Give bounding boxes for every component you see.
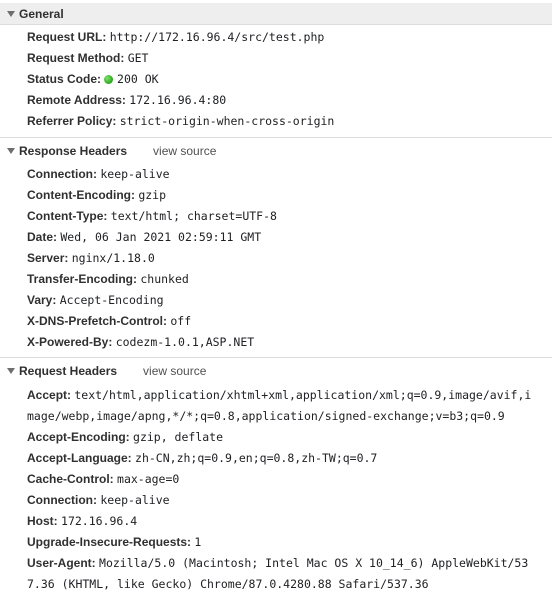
header-value: 172.16.96.4 xyxy=(61,514,138,528)
response-header-row: X-DNS-Prefetch-Control: off xyxy=(27,311,552,332)
header-value: text/html,application/xhtml+xml,applicat… xyxy=(74,388,532,402)
header-name: Content-Encoding: xyxy=(27,188,135,202)
header-name: Accept-Encoding: xyxy=(27,430,130,444)
header-name: Host: xyxy=(27,514,58,528)
request-url-row: Request URL: http://172.16.96.4/src/test… xyxy=(27,27,552,48)
status-ok-icon xyxy=(104,75,114,84)
header-value: nginx/1.18.0 xyxy=(71,251,155,265)
header-name: Accept-Language: xyxy=(27,451,132,465)
header-name: Connection: xyxy=(27,493,97,507)
request-header-row: Upgrade-Insecure-Requests: 1 xyxy=(27,532,552,553)
header-value: chunked xyxy=(140,272,189,286)
header-value: 172.16.96.4:80 xyxy=(129,93,227,107)
general-title: General xyxy=(19,6,64,21)
header-value: gzip, deflate xyxy=(133,430,224,444)
response-header-row: X-Powered-By: codezm-1.0.1,ASP.NET xyxy=(27,332,552,353)
header-name: Status Code: xyxy=(27,72,102,86)
status-code-row: Status Code: 200 OK xyxy=(27,69,552,90)
section-divider xyxy=(0,137,552,138)
request-header-row: Accept-Language: zh-CN,zh;q=0.9,en;q=0.8… xyxy=(27,448,552,469)
header-value: off xyxy=(170,314,192,328)
header-value: zh-CN,zh;q=0.9,en;q=0.8,zh-TW;q=0.7 xyxy=(135,451,378,465)
request-header-row: Accept-Encoding: gzip, deflate xyxy=(27,427,552,448)
response-header-row: Vary: Accept-Encoding xyxy=(27,290,552,311)
header-value: max-age=0 xyxy=(117,472,180,486)
header-name: User-Agent: xyxy=(27,556,96,570)
request-headers-title: Request Headers xyxy=(19,364,118,378)
header-name: Content-Type: xyxy=(27,209,108,223)
header-name: Cache-Control: xyxy=(27,472,114,486)
header-name: Accept: xyxy=(27,388,72,402)
response-header-row: Transfer-Encoding: chunked xyxy=(27,269,552,290)
header-name: Referrer Policy: xyxy=(27,114,117,128)
header-name: Vary: xyxy=(27,293,57,307)
header-value: keep-alive xyxy=(100,167,170,181)
header-name: Date: xyxy=(27,230,58,244)
request-view-source-link[interactable]: view source xyxy=(143,364,206,378)
header-name: X-Powered-By: xyxy=(27,335,113,349)
header-value: gzip xyxy=(138,188,167,202)
response-view-source-link[interactable]: view source xyxy=(153,144,216,158)
header-name: Upgrade-Insecure-Requests: xyxy=(27,535,192,549)
response-headers-section-header[interactable]: Response Headers view source xyxy=(0,140,552,162)
response-header-row: Content-Encoding: gzip xyxy=(27,185,552,206)
header-value: 200 OK xyxy=(117,72,159,86)
accept-value-continuation: mage/webp,image/apng,*/*;q=0.8,applicati… xyxy=(27,409,505,423)
accept-row: Accept: text/html,application/xhtml+xml,… xyxy=(27,385,552,406)
header-value: keep-alive xyxy=(100,493,170,507)
header-name: Transfer-Encoding: xyxy=(27,272,138,286)
general-section-header[interactable]: General xyxy=(0,3,552,25)
header-value: 1 xyxy=(194,535,202,549)
request-header-row: Host: 172.16.96.4 xyxy=(27,511,552,532)
header-value: text/html; charset=UTF-8 xyxy=(110,209,277,223)
expand-triangle-icon[interactable] xyxy=(7,148,15,154)
header-name: Request URL: xyxy=(27,30,107,44)
header-value: GET xyxy=(127,51,149,65)
remote-address-row: Remote Address: 172.16.96.4:80 xyxy=(27,90,552,111)
request-header-row: Connection: keep-alive xyxy=(27,490,552,511)
user-agent-value-continuation: 7.36 (KHTML, like Gecko) Chrome/87.0.428… xyxy=(27,577,429,591)
response-header-row: Connection: keep-alive xyxy=(27,164,552,185)
header-value: Accept-Encoding xyxy=(59,293,164,307)
header-value: Wed, 06 Jan 2021 02:59:11 GMT xyxy=(60,230,262,244)
header-value: strict-origin-when-cross-origin xyxy=(119,114,335,128)
response-header-row: Server: nginx/1.18.0 xyxy=(27,248,552,269)
response-headers-title: Response Headers xyxy=(19,144,128,158)
response-header-row: Date: Wed, 06 Jan 2021 02:59:11 GMT xyxy=(27,227,552,248)
request-method-row: Request Method: GET xyxy=(27,48,552,69)
expand-triangle-icon[interactable] xyxy=(7,368,15,374)
header-value: Mozilla/5.0 (Macintosh; Intel Mac OS X 1… xyxy=(99,556,529,570)
expand-triangle-icon[interactable] xyxy=(7,10,15,17)
user-agent-row: User-Agent: Mozilla/5.0 (Macintosh; Inte… xyxy=(27,553,552,574)
header-value: http://172.16.96.4/src/test.php xyxy=(109,30,325,44)
response-header-row: Content-Type: text/html; charset=UTF-8 xyxy=(27,206,552,227)
referrer-policy-row: Referrer Policy: strict-origin-when-cros… xyxy=(27,111,552,132)
header-name: Remote Address: xyxy=(27,93,126,107)
header-name: Connection: xyxy=(27,167,97,181)
header-name: X-DNS-Prefetch-Control: xyxy=(27,314,167,328)
section-divider xyxy=(0,357,552,358)
header-name: Request Method: xyxy=(27,51,125,65)
header-name: Server: xyxy=(27,251,69,265)
request-header-row: Cache-Control: max-age=0 xyxy=(27,469,552,490)
header-value: codezm-1.0.1,ASP.NET xyxy=(115,335,255,349)
request-headers-section-header[interactable]: Request Headers view source xyxy=(0,360,552,382)
